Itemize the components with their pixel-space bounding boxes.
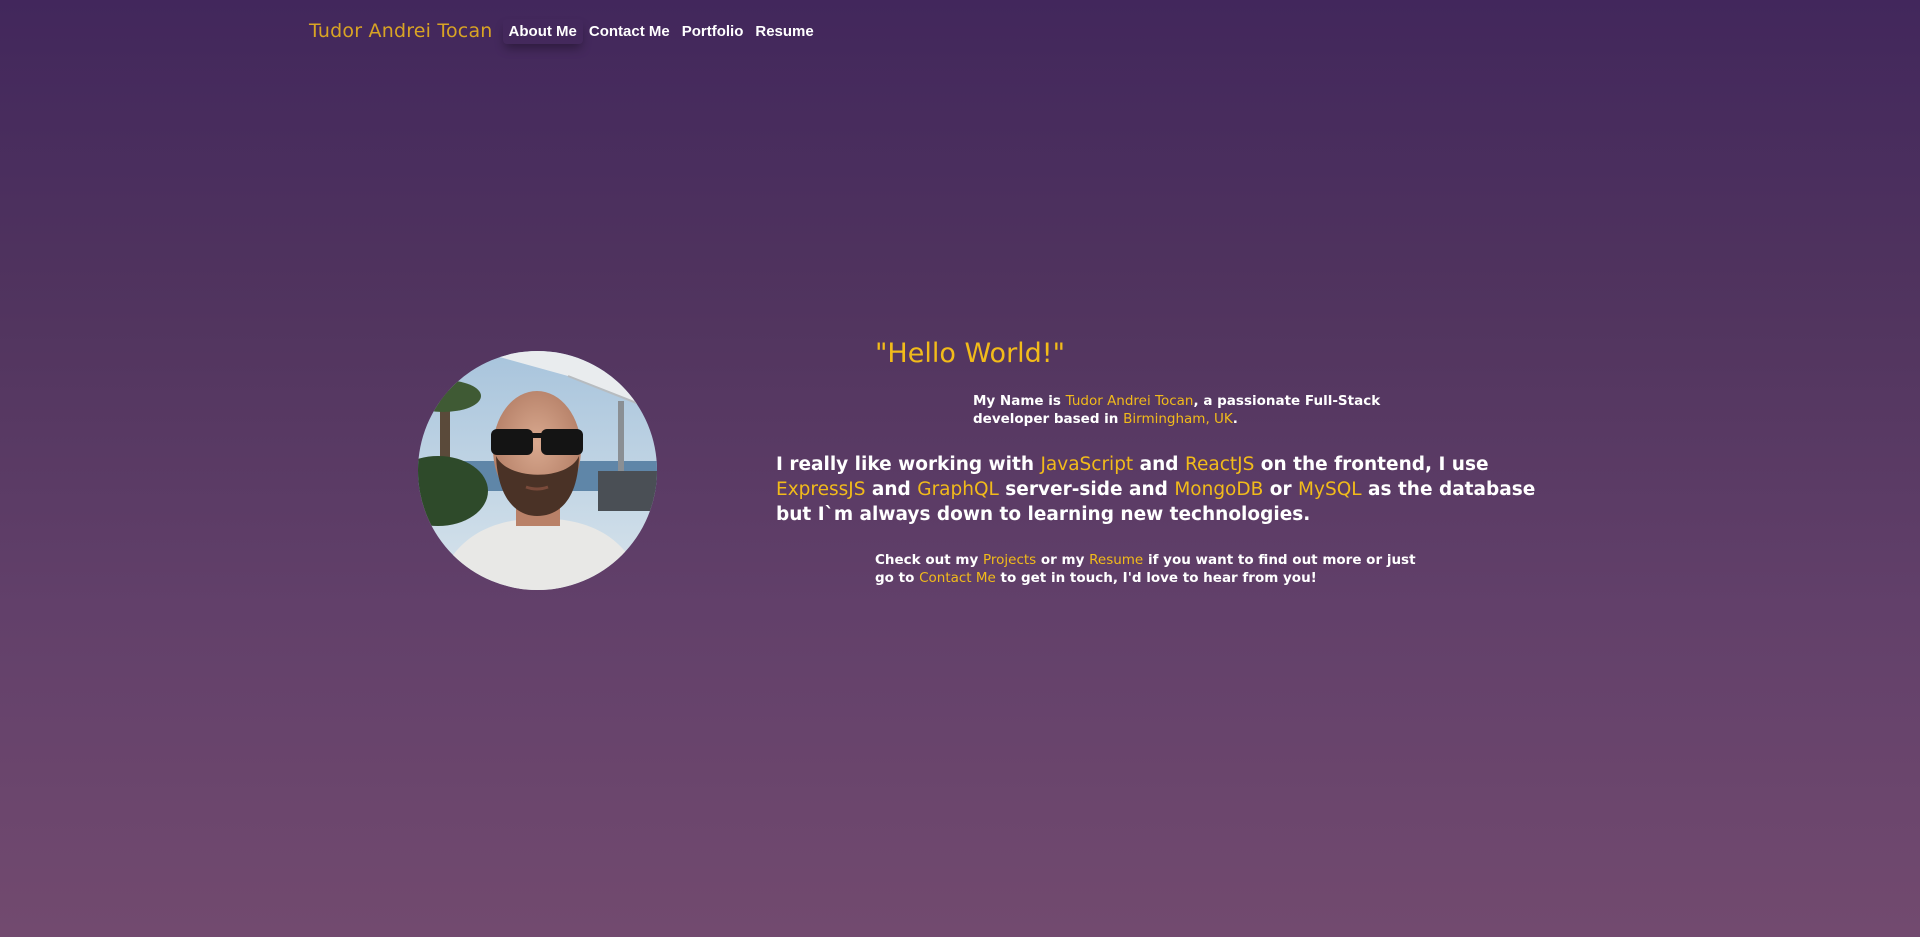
- skills-text-4: and: [865, 479, 918, 500]
- skill-expressjs: ExpressJS: [776, 479, 866, 500]
- nav-link-about-me[interactable]: About Me: [503, 19, 583, 44]
- skills-text-5: server-side and: [998, 479, 1175, 500]
- skill-graphql: GraphQL: [917, 479, 999, 500]
- nav-link-portfolio[interactable]: Portfolio: [676, 19, 750, 44]
- skill-reactjs: ReactJS: [1184, 454, 1255, 475]
- navbar: Tudor Andrei Tocan About Me Contact Me P…: [309, 18, 820, 44]
- cta-text: Check out my Projects or my Resume if yo…: [875, 551, 1435, 587]
- brand-link[interactable]: Tudor Andrei Tocan: [309, 20, 493, 42]
- skills-text-2: and: [1133, 454, 1185, 475]
- skill-javascript: JavaScript: [1040, 454, 1134, 475]
- skills-text-1: I really like working with: [776, 454, 1041, 475]
- intro-name: Tudor Andrei Tocan: [1065, 393, 1194, 409]
- nav-link-contact-me[interactable]: Contact Me: [583, 19, 676, 44]
- intro-location: Birmingham, UK: [1123, 411, 1233, 427]
- cta-text-1: Check out my: [875, 552, 983, 568]
- skills-text-6: or: [1263, 479, 1299, 500]
- cta-text-4: to get in touch, I'd love to hear from y…: [995, 570, 1317, 586]
- projects-link[interactable]: Projects: [983, 552, 1036, 568]
- skills-text-3: on the frontend, I use: [1254, 454, 1489, 475]
- intro-text: My Name is Tudor Andrei Tocan, a passion…: [973, 392, 1393, 428]
- cta-text-2: or my: [1036, 552, 1090, 568]
- intro-suffix: .: [1232, 411, 1238, 427]
- hello-heading: "Hello World!": [875, 338, 1066, 369]
- nav-link-resume[interactable]: Resume: [749, 19, 819, 44]
- contact-me-link[interactable]: Contact Me: [919, 570, 996, 586]
- skills-text: I really like working with JavaScript an…: [776, 452, 1576, 527]
- skill-mysql: MySQL: [1298, 479, 1362, 500]
- resume-link[interactable]: Resume: [1089, 552, 1143, 568]
- intro-prefix: My Name is: [973, 393, 1066, 409]
- profile-photo: [418, 351, 657, 590]
- skill-mongodb: MongoDB: [1174, 479, 1264, 500]
